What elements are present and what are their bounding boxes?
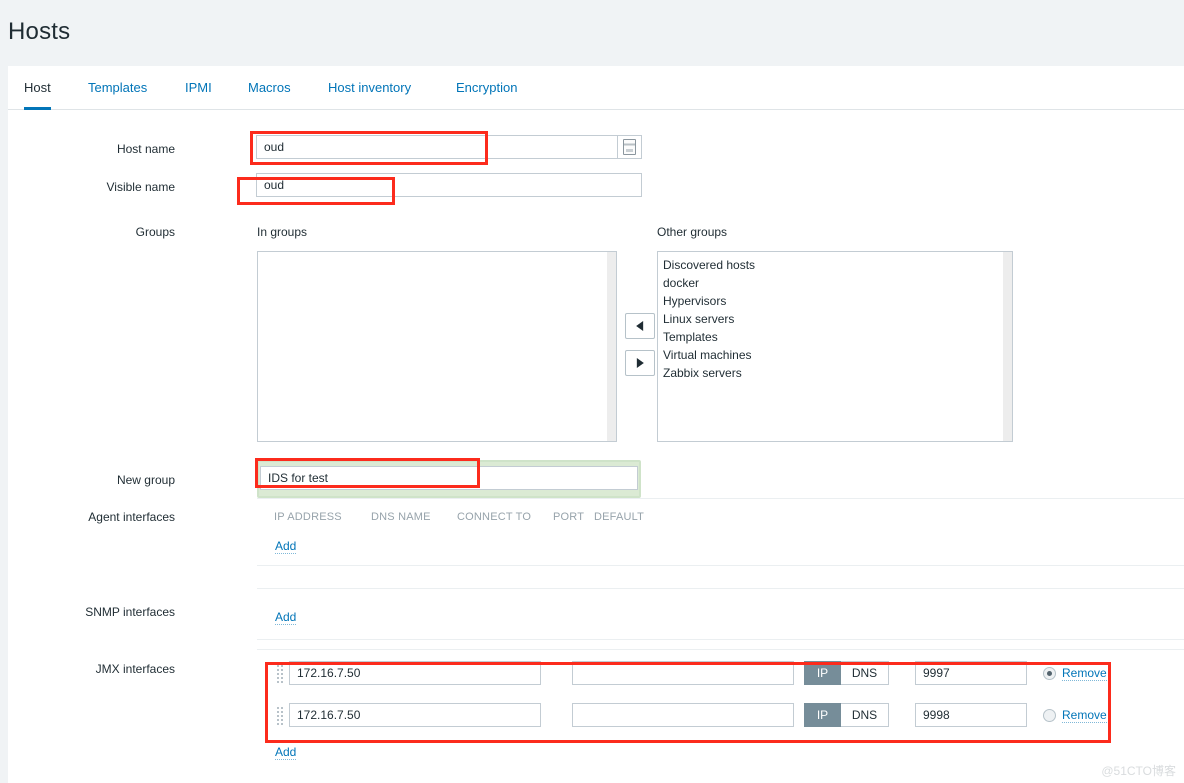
page-title: Hosts (8, 18, 71, 45)
new-group-input[interactable] (260, 466, 638, 490)
jmx-default-radio[interactable] (1043, 667, 1056, 680)
visible-name-input[interactable] (256, 173, 642, 197)
tab-host-inventory[interactable]: Host inventory (328, 66, 411, 110)
jmx-ip-input[interactable] (289, 661, 541, 685)
watermark: @51CTO博客 (1101, 764, 1176, 778)
jmx-row-drag-handle[interactable] (276, 664, 284, 684)
book-select-icon (623, 139, 636, 155)
jmx-port-input[interactable] (915, 703, 1027, 727)
jmx-interfaces-add-link[interactable]: Add (275, 745, 297, 760)
agent-col-ip-address: IP ADDRESS (274, 511, 342, 523)
jmx-connect-dns-button[interactable]: DNS (841, 661, 889, 685)
jmx-default-radio[interactable] (1043, 709, 1056, 722)
host-name-label: Host name (116, 142, 175, 156)
tab-ipmi[interactable]: IPMI (185, 66, 212, 110)
visible-name-label: Visible name (106, 180, 175, 194)
jmx-dns-input[interactable] (572, 661, 794, 685)
other-groups-list[interactable]: Discovered hosts docker Hypervisors Linux s… (657, 251, 1013, 442)
jmx-interfaces-label: JMX interfaces (95, 662, 175, 676)
page-header: Hosts (0, 0, 1184, 66)
jmx-interfaces-panel: IP DNS Remove IP DNS Remove Add (257, 649, 1184, 783)
jmx-ip-input[interactable] (289, 703, 541, 727)
tab-host[interactable]: Host (24, 66, 51, 110)
host-name-select-button[interactable] (618, 135, 642, 159)
jmx-remove-link[interactable]: Remove (1062, 666, 1107, 681)
agent-interfaces-label: Agent interfaces (88, 510, 175, 524)
host-form: Host name Visible name Groups In groups … (8, 110, 1184, 783)
other-groups-item[interactable]: Zabbix servers (663, 364, 1007, 382)
triangle-left-icon (636, 321, 644, 331)
agent-col-dns-name: DNS NAME (371, 511, 431, 523)
triangle-right-icon (636, 358, 644, 368)
agent-col-connect-to: CONNECT TO (457, 511, 532, 523)
move-left-button[interactable] (625, 313, 655, 339)
other-groups-item[interactable]: Discovered hosts (663, 256, 1007, 274)
other-groups-caption: Other groups (657, 225, 728, 239)
new-group-label: New group (116, 473, 175, 487)
groups-label: Groups (135, 225, 175, 239)
agent-interfaces-panel: IP ADDRESS DNS NAME CONNECT TO PORT DEFA… (257, 498, 1184, 566)
other-groups-scrollbar[interactable] (1003, 252, 1012, 441)
agent-col-default: DEFAULT (594, 511, 645, 523)
other-groups-item[interactable]: Hypervisors (663, 292, 1007, 310)
jmx-connect-dns-button[interactable]: DNS (841, 703, 889, 727)
in-groups-scrollbar[interactable] (607, 252, 616, 441)
in-groups-list[interactable] (257, 251, 617, 442)
jmx-dns-input[interactable] (572, 703, 794, 727)
other-groups-item[interactable]: Linux servers (663, 310, 1007, 328)
jmx-remove-link[interactable]: Remove (1062, 708, 1107, 723)
agent-col-port: PORT (553, 511, 585, 523)
jmx-port-input[interactable] (915, 661, 1027, 685)
other-groups-item[interactable]: Virtual machines (663, 346, 1007, 364)
move-right-button[interactable] (625, 350, 655, 376)
jmx-connect-ip-button[interactable]: IP (804, 703, 841, 727)
tab-templates[interactable]: Templates (88, 66, 147, 110)
tab-encryption[interactable]: Encryption (456, 66, 517, 110)
other-groups-item[interactable]: Templates (663, 328, 1007, 346)
other-groups-items: Discovered hosts docker Hypervisors Linux s… (663, 256, 1007, 382)
snmp-interfaces-label: SNMP interfaces (85, 605, 175, 619)
jmx-row-drag-handle[interactable] (276, 706, 284, 726)
snmp-interfaces-add-link[interactable]: Add (275, 610, 297, 625)
agent-interfaces-add-link[interactable]: Add (275, 539, 297, 554)
other-groups-item[interactable]: docker (663, 274, 1007, 292)
snmp-interfaces-panel: Add (257, 588, 1184, 640)
tab-macros[interactable]: Macros (248, 66, 291, 110)
page-root: Hosts Host Templates IPMI Macros Host in… (0, 0, 1184, 783)
host-name-input[interactable] (256, 135, 618, 159)
jmx-connect-ip-button[interactable]: IP (804, 661, 841, 685)
tab-bar: Host Templates IPMI Macros Host inventor… (8, 66, 1184, 110)
in-groups-caption: In groups (257, 225, 308, 239)
